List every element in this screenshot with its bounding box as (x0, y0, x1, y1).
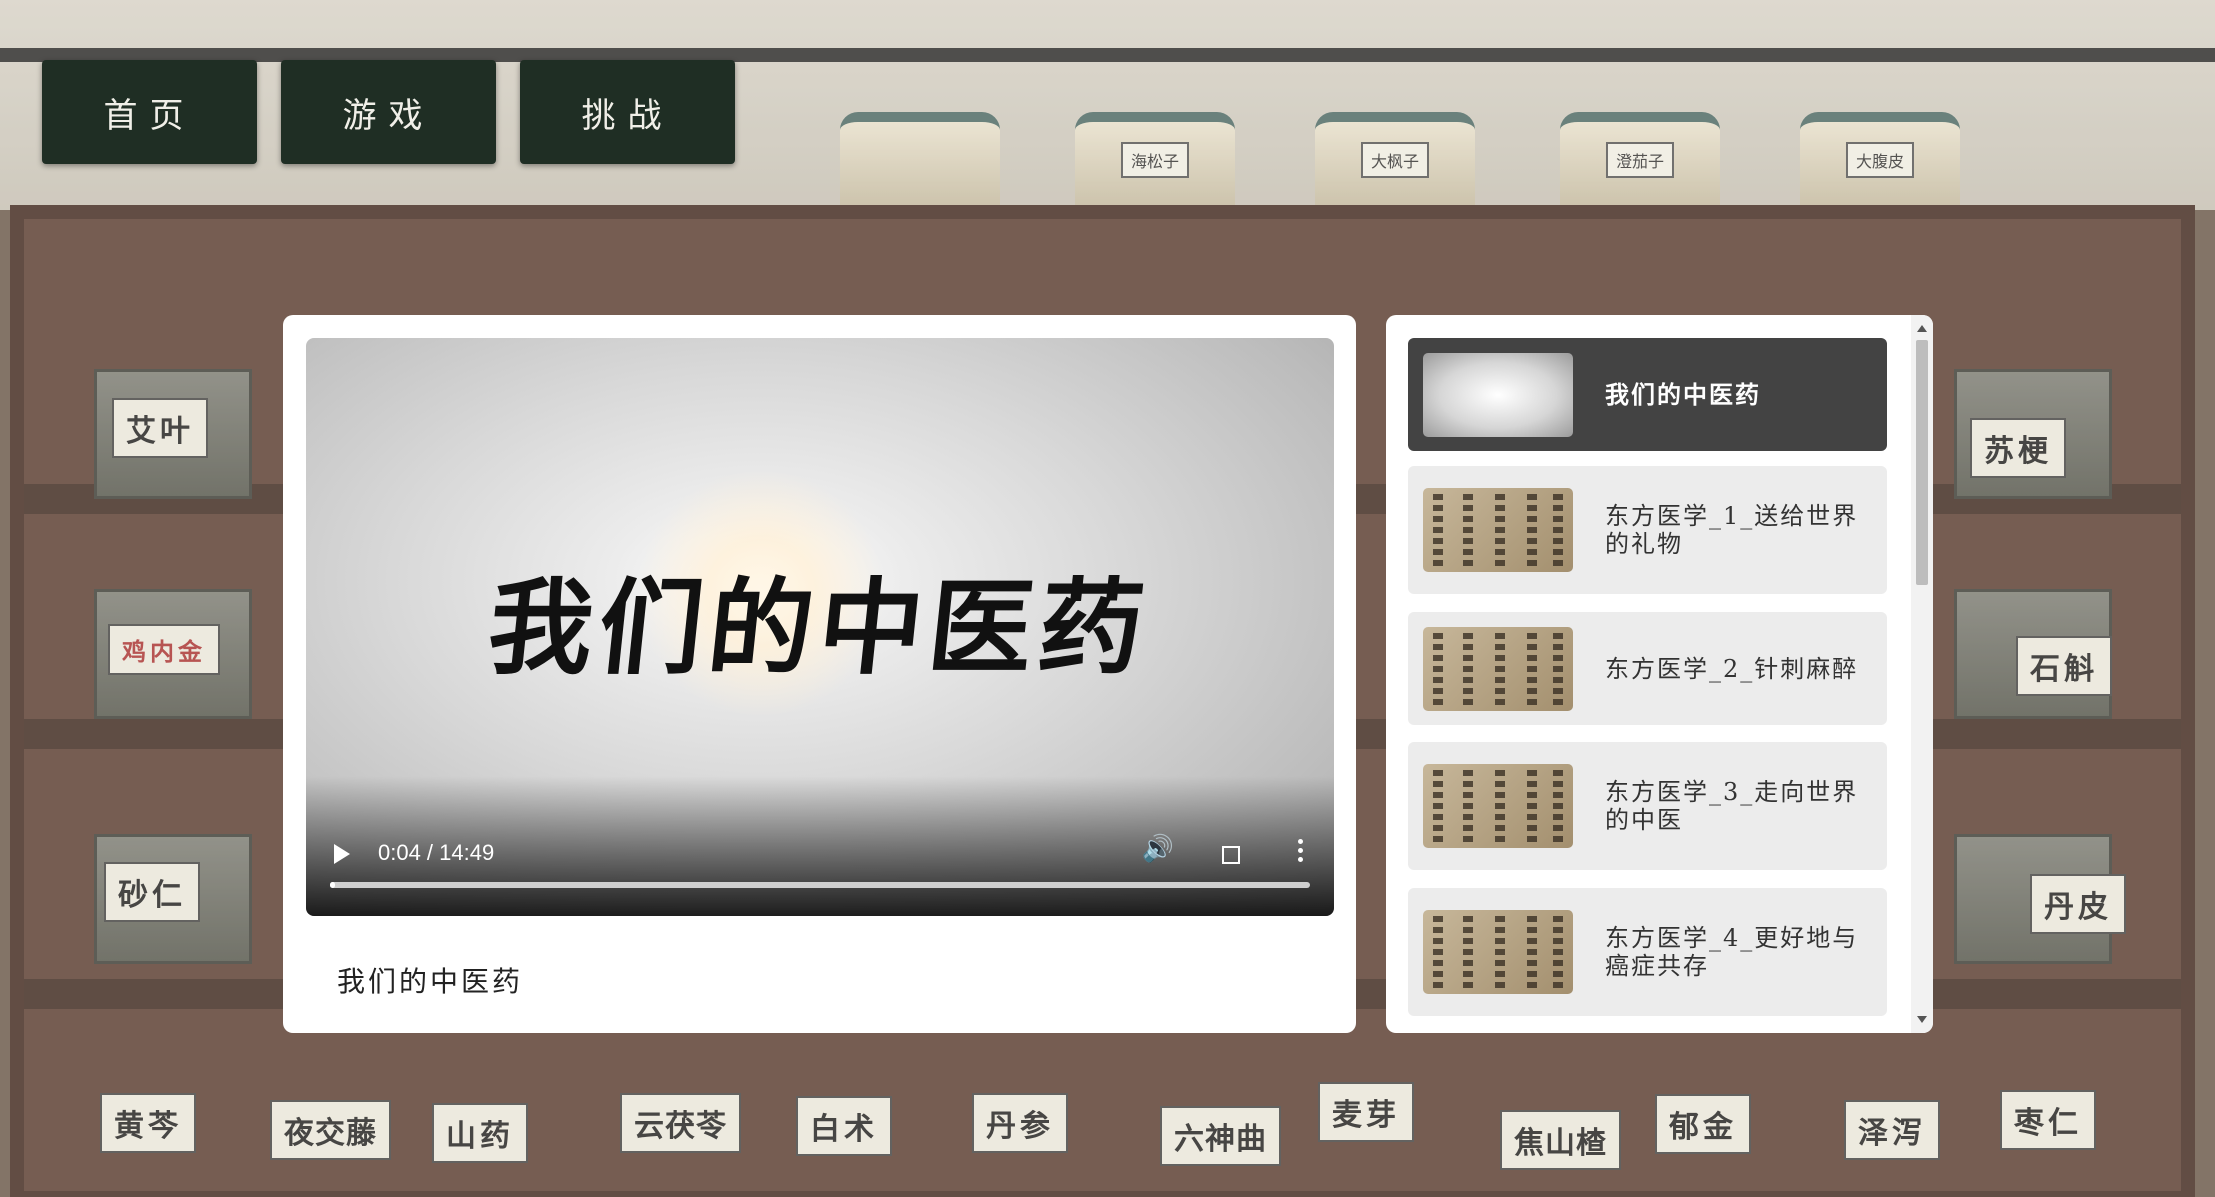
top-nav: 首页 游戏 挑战 (42, 60, 735, 164)
scrollbar-thumb[interactable] (1916, 340, 1928, 585)
video-thumbnail (1423, 764, 1573, 848)
video-frame-title: 我们的中医药 (482, 566, 1156, 689)
nav-challenge-button[interactable]: 挑战 (520, 60, 735, 164)
more-vert-icon[interactable] (1298, 839, 1304, 866)
playlist-item[interactable]: 东方医学_2_针刺麻醉 (1408, 612, 1887, 725)
player-card: 我们的中医药 0:04 / 14:49 🔊 我们的中医药 (283, 315, 1356, 1033)
volume-icon[interactable]: 🔊 (1142, 834, 1174, 864)
video-caption: 我们的中医药 (337, 965, 524, 998)
video-thumbnail (1423, 910, 1573, 994)
scroll-down-icon[interactable] (1917, 1016, 1927, 1023)
video-thumbnail (1423, 626, 1573, 711)
video-progress-fill (330, 882, 335, 888)
playlist-item[interactable]: 我们的中医药 (1408, 338, 1887, 451)
playlist-item[interactable]: 东方医学_4_更好地与癌症共存 (1408, 888, 1887, 1016)
video-player[interactable]: 我们的中医药 0:04 / 14:49 🔊 (306, 338, 1334, 916)
play-icon[interactable] (334, 844, 350, 864)
playlist-item[interactable]: 东方医学_3_走向世界的中医 (1408, 742, 1887, 870)
nav-home-button[interactable]: 首页 (42, 60, 257, 164)
video-thumbnail (1423, 488, 1573, 572)
video-thumbnail (1423, 352, 1573, 437)
video-time: 0:04 / 14:49 (378, 840, 495, 865)
playlist-panel: 我们的中医药 东方医学_1_送给世界的礼物 东方医学_2_针刺麻醉 东方医学_3… (1386, 315, 1933, 1033)
playlist-item-label: 东方医学_1_送给世界的礼物 (1605, 502, 1859, 558)
nav-game-button[interactable]: 游戏 (281, 60, 496, 164)
playlist-item[interactable]: 东方医学_1_送给世界的礼物 (1408, 466, 1887, 594)
video-controls: 0:04 / 14:49 🔊 (306, 776, 1334, 916)
playlist-item-label: 东方医学_2_针刺麻醉 (1605, 654, 1859, 683)
playlist-item-label: 我们的中医药 (1605, 379, 1761, 409)
fullscreen-icon[interactable] (1222, 846, 1240, 864)
playlist-item-label: 东方医学_3_走向世界的中医 (1605, 778, 1859, 834)
scroll-up-icon[interactable] (1917, 325, 1927, 332)
video-progress-bar[interactable] (330, 882, 1310, 888)
playlist-item-label: 东方医学_4_更好地与癌症共存 (1605, 924, 1859, 980)
playlist-scrollbar[interactable] (1911, 315, 1933, 1033)
